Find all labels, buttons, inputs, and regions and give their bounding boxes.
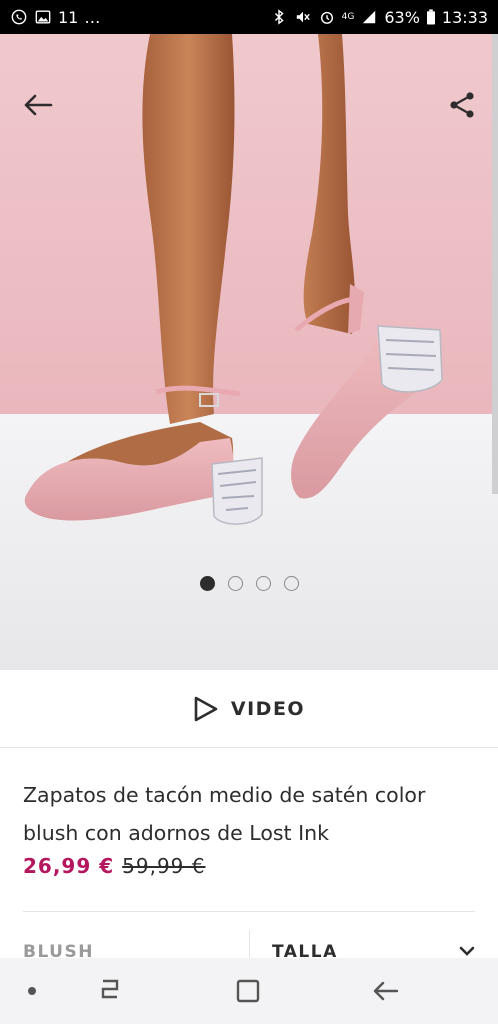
price-original: 59,99 €: [122, 854, 206, 878]
home-button[interactable]: [228, 974, 268, 1008]
battery-icon: [426, 9, 435, 25]
price-row: 26,99 € 59,99 €: [23, 854, 205, 878]
carousel-dot[interactable]: [227, 576, 243, 591]
carousel-indicators: [0, 576, 498, 591]
back-arrow-icon: [24, 94, 53, 116]
nav-back-button[interactable]: [366, 974, 406, 1008]
product-title: Zapatos de tacón medio de satén color bl…: [23, 783, 426, 845]
whatsapp-icon: [11, 9, 27, 25]
signal-icon: [363, 10, 376, 24]
chevron-down-icon: [459, 946, 475, 956]
system-navigation-bar: [0, 958, 498, 1024]
price-current: 26,99 €: [23, 854, 115, 878]
bluetooth-icon: [274, 9, 284, 25]
recent-apps-icon: [101, 979, 119, 999]
video-label: VIDEO: [230, 697, 306, 720]
home-icon: [236, 979, 260, 1003]
back-button[interactable]: [18, 88, 58, 122]
share-button[interactable]: [442, 88, 482, 122]
status-bar: 11 … 4G 63% 13:33: [0, 0, 498, 34]
divider: [23, 911, 475, 912]
battery-percent: 63%: [384, 7, 420, 27]
clock: 13:33: [441, 7, 488, 27]
alarm-icon: [320, 11, 333, 24]
recent-apps-button[interactable]: [90, 974, 130, 1008]
nav-dot-button[interactable]: [22, 974, 42, 1008]
share-icon: [450, 92, 474, 118]
carousel-dot[interactable]: [255, 576, 271, 591]
nav-back-icon: [373, 981, 399, 1001]
gallery-icon: [35, 10, 51, 24]
product-image-carousel[interactable]: [0, 34, 498, 670]
network-type: 4G: [341, 11, 355, 22]
video-button[interactable]: VIDEO: [0, 670, 498, 748]
mute-icon: [296, 11, 310, 23]
dot-icon: [28, 987, 36, 995]
play-icon: [194, 696, 218, 721]
carousel-dot[interactable]: [199, 576, 215, 591]
notification-more: …: [84, 7, 101, 27]
notification-count: 11: [58, 7, 79, 27]
carousel-dot[interactable]: [283, 576, 299, 591]
product-photo: [0, 34, 498, 670]
